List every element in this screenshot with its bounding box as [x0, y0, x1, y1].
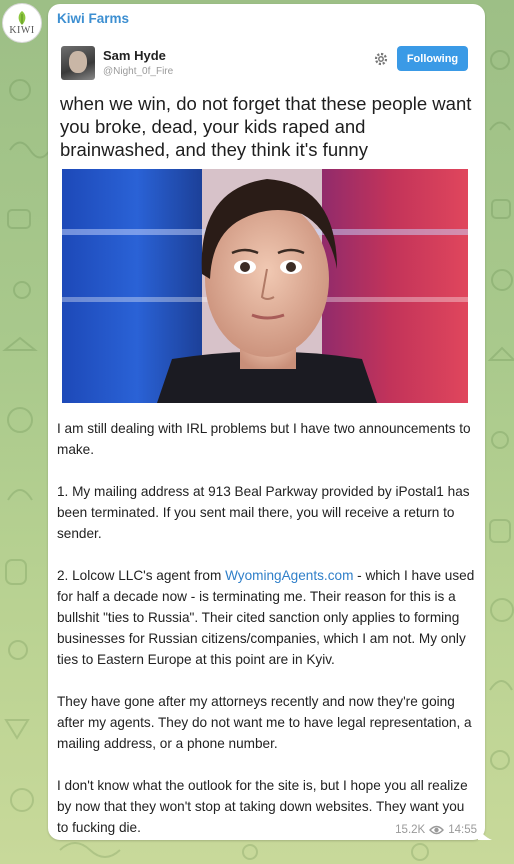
- message-text-segment: 2. Lolcow LLC's agent from: [57, 568, 226, 583]
- tweet-photo: [62, 169, 468, 403]
- message-text: I am still dealing with IRL problems but…: [57, 418, 477, 838]
- view-count: 15.2K: [395, 824, 426, 836]
- bubble-tail: [478, 826, 492, 840]
- channel-avatar[interactable]: KIWI: [2, 3, 42, 43]
- tweet-screenshot[interactable]: Sam Hyde @Night_0f_Fire Following when w…: [48, 34, 485, 409]
- tweet-text: when we win, do not forget that these pe…: [60, 93, 472, 160]
- message-bubble[interactable]: Kiwi Farms Sam Hyde @Night_0f_Fire Follo…: [48, 4, 485, 840]
- tweet-author-avatar: [61, 46, 95, 80]
- channel-avatar-text: KIWI: [9, 25, 35, 36]
- message-meta: 15.2K 14:55: [395, 824, 477, 836]
- eye-icon: [429, 825, 445, 835]
- message-paragraph: I am still dealing with IRL problems but…: [57, 421, 471, 457]
- message-time: 14:55: [448, 824, 477, 836]
- message-paragraph: They have gone after my attorneys recent…: [57, 694, 472, 751]
- kiwi-leaf-icon: [18, 11, 26, 25]
- tweet-author-handle: @Night_0f_Fire: [103, 66, 174, 77]
- message-paragraph: 2. Lolcow LLC's agent from WyomingAgents…: [57, 565, 477, 670]
- wyomingagents-link[interactable]: WyomingAgents.com: [225, 568, 353, 583]
- tweet-author-name: Sam Hyde: [103, 48, 166, 63]
- following-button: Following: [397, 46, 468, 71]
- channel-name[interactable]: Kiwi Farms: [57, 11, 129, 26]
- message-paragraph: 1. My mailing address at 913 Beal Parkwa…: [57, 484, 470, 541]
- gear-icon: [374, 52, 388, 66]
